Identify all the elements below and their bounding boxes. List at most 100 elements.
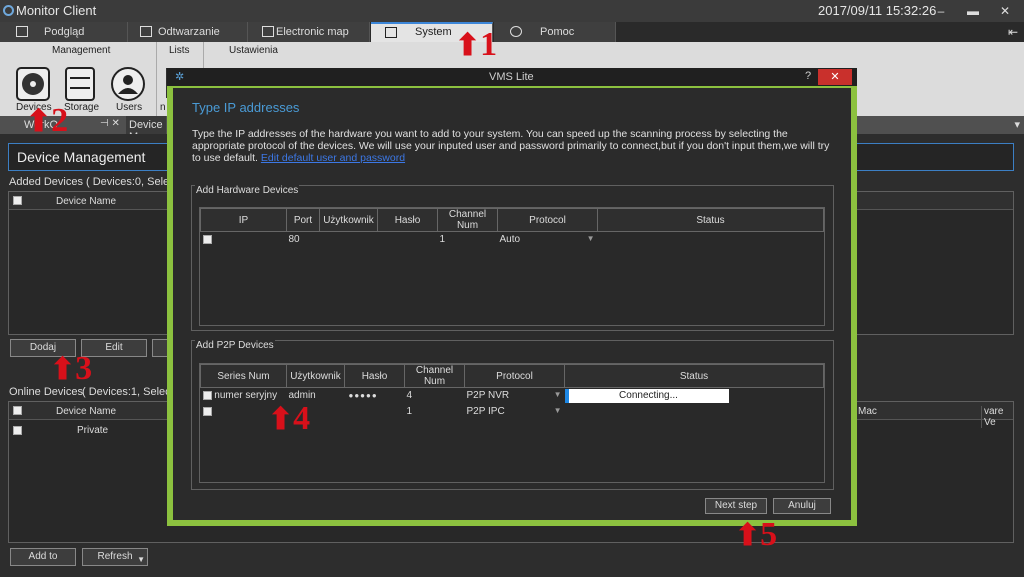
select-all-checkbox[interactable] bbox=[13, 196, 22, 205]
devices-tool-button[interactable] bbox=[15, 66, 53, 104]
protocol-value: Auto bbox=[499, 234, 521, 246]
protocol-select[interactable]: P2P NVR ▼ bbox=[465, 388, 565, 404]
status-cell bbox=[565, 404, 824, 420]
tab-device-management[interactable]: Device M bbox=[126, 116, 168, 143]
add-hardware-devices-group: Add Hardware Devices IP Port Użytkownik … bbox=[191, 185, 834, 331]
up-arrow-icon: ⬆ bbox=[268, 403, 294, 436]
page-title: Device Management bbox=[17, 149, 146, 165]
clock: 2017/09/11 15:32:26 bbox=[818, 3, 937, 18]
row-checkbox[interactable] bbox=[13, 426, 22, 435]
app-logo-icon: ✲ bbox=[175, 71, 185, 83]
column-device-name: Device Name bbox=[56, 406, 117, 417]
dialog-description: Type the IP addresses of the hardware yo… bbox=[192, 128, 832, 164]
protocol-select[interactable]: P2P IPC ▼ bbox=[465, 404, 565, 420]
dropdown-arrow-icon: ▼ bbox=[137, 555, 145, 564]
refresh-label: Refresh bbox=[97, 551, 133, 562]
row-checkbox[interactable] bbox=[202, 235, 212, 245]
tab-label: Pomoc bbox=[540, 26, 575, 38]
exit-icon[interactable]: ⇤ bbox=[1008, 25, 1018, 39]
refresh-button[interactable]: Refresh ▼ bbox=[82, 548, 148, 566]
map-icon bbox=[262, 26, 274, 37]
tab-pomoc[interactable]: Pomoc bbox=[494, 22, 616, 42]
column-user: Użytkownik bbox=[319, 208, 378, 232]
dialog-title-bar: ✲ VMS Lite ? ✕ bbox=[167, 68, 857, 86]
storage-icon bbox=[65, 67, 95, 101]
tab-podglad[interactable]: Podgląd bbox=[0, 22, 128, 42]
lists-tool-label: n bbox=[160, 102, 166, 113]
column-channel-num: Channel Num bbox=[404, 364, 465, 388]
group-ustawienia: Ustawienia bbox=[229, 45, 278, 56]
row-checkbox[interactable] bbox=[202, 406, 212, 416]
column-ip: IP bbox=[200, 208, 287, 232]
monitor-icon bbox=[16, 26, 28, 37]
up-arrow-icon: ⬆ bbox=[735, 519, 761, 552]
column-password: Hasło bbox=[344, 364, 405, 388]
maximize-button[interactable]: ▬ bbox=[960, 2, 986, 20]
protocol-value: P2P NVR bbox=[466, 390, 510, 402]
user-cell[interactable] bbox=[320, 232, 378, 248]
more-button[interactable] bbox=[152, 339, 168, 357]
password-cell[interactable] bbox=[345, 404, 405, 420]
chevron-down-icon[interactable]: ▾ bbox=[1014, 118, 1020, 131]
row-checkbox[interactable] bbox=[202, 391, 212, 401]
channel-cell[interactable]: 4 bbox=[405, 388, 465, 404]
dialog-heading: Type IP addresses bbox=[192, 100, 300, 115]
dialog-close-button[interactable]: ✕ bbox=[818, 69, 852, 85]
edit-default-credentials-link[interactable]: Edit default user and password bbox=[261, 152, 405, 164]
tab-label: Odtwarzanie bbox=[158, 26, 220, 38]
help-button[interactable]: ? bbox=[805, 70, 811, 82]
main-tab-bar: Podgląd Odtwarzanie Electronic map Syste… bbox=[0, 22, 1024, 42]
online-devices-label: Online Devices bbox=[9, 386, 83, 398]
annotation-number: 1 bbox=[480, 26, 498, 63]
status-cell: Connecting... bbox=[564, 388, 824, 404]
annotation-number: 4 bbox=[293, 400, 311, 437]
disk-icon bbox=[16, 67, 50, 101]
dropdown-arrow-icon: ▼ bbox=[586, 234, 595, 243]
up-arrow-icon: ⬆ bbox=[455, 29, 481, 62]
dialog-title: VMS Lite bbox=[489, 71, 534, 83]
select-all-checkbox[interactable] bbox=[13, 406, 22, 415]
annotation-arrow-4: ⬆4 bbox=[268, 402, 310, 437]
group-divider bbox=[156, 42, 157, 116]
column-status: Status bbox=[597, 208, 824, 232]
cancel-button[interactable]: Anuluj bbox=[773, 498, 831, 514]
protocol-select[interactable]: Auto ▼ bbox=[498, 232, 598, 248]
storage-label: Storage bbox=[64, 102, 100, 113]
password-cell[interactable] bbox=[378, 232, 438, 248]
table-row[interactable]: 80 1 Auto ▼ bbox=[201, 232, 824, 248]
port-cell[interactable]: 80 bbox=[287, 232, 320, 248]
vms-lite-dialog: ✲ VMS Lite ? ✕ Type IP addresses Type th… bbox=[167, 68, 857, 526]
next-step-button[interactable]: Next step bbox=[705, 498, 767, 514]
minimize-button[interactable]: – bbox=[928, 2, 954, 20]
column-protocol: Protocol bbox=[464, 364, 565, 388]
table-header: Series Num Użytkownik Hasło Channel Num … bbox=[200, 364, 824, 388]
column-protocol: Protocol bbox=[497, 208, 598, 232]
annotation-number: 5 bbox=[760, 516, 778, 553]
tab-label: System bbox=[415, 26, 452, 38]
tab-electronic-map[interactable]: Electronic map bbox=[248, 22, 370, 42]
device-name-cell: Private bbox=[77, 425, 109, 436]
password-cell[interactable]: ●●●●● bbox=[345, 388, 405, 404]
status-cell bbox=[598, 232, 824, 248]
group-management: Management bbox=[52, 45, 111, 56]
column-status: Status bbox=[564, 364, 824, 388]
close-icon[interactable]: ⊣ ✕ bbox=[100, 118, 120, 129]
add-to-button[interactable]: Add to bbox=[10, 548, 76, 566]
users-tool-button[interactable] bbox=[110, 66, 148, 104]
ip-cell[interactable] bbox=[201, 232, 287, 248]
protocol-value: P2P IPC bbox=[466, 406, 505, 417]
annotation-arrow-1: ⬆1 bbox=[455, 28, 497, 63]
close-button[interactable]: ✕ bbox=[992, 2, 1018, 20]
channel-cell[interactable]: 1 bbox=[405, 404, 465, 420]
annotation-number: 2 bbox=[51, 102, 69, 139]
column-series-num: Series Num bbox=[200, 364, 287, 388]
tab-odtwarzanie[interactable]: Odtwarzanie bbox=[128, 22, 248, 42]
column-device-name: Device Name bbox=[56, 196, 117, 207]
channel-cell[interactable]: 1 bbox=[438, 232, 498, 248]
storage-tool-button[interactable] bbox=[62, 66, 100, 104]
up-arrow-icon: ⬆ bbox=[26, 105, 52, 138]
added-devices-label: Added Devices bbox=[9, 176, 83, 188]
connecting-progress: Connecting... bbox=[564, 388, 729, 403]
annotation-number: 3 bbox=[75, 350, 93, 387]
help-icon bbox=[510, 26, 522, 37]
